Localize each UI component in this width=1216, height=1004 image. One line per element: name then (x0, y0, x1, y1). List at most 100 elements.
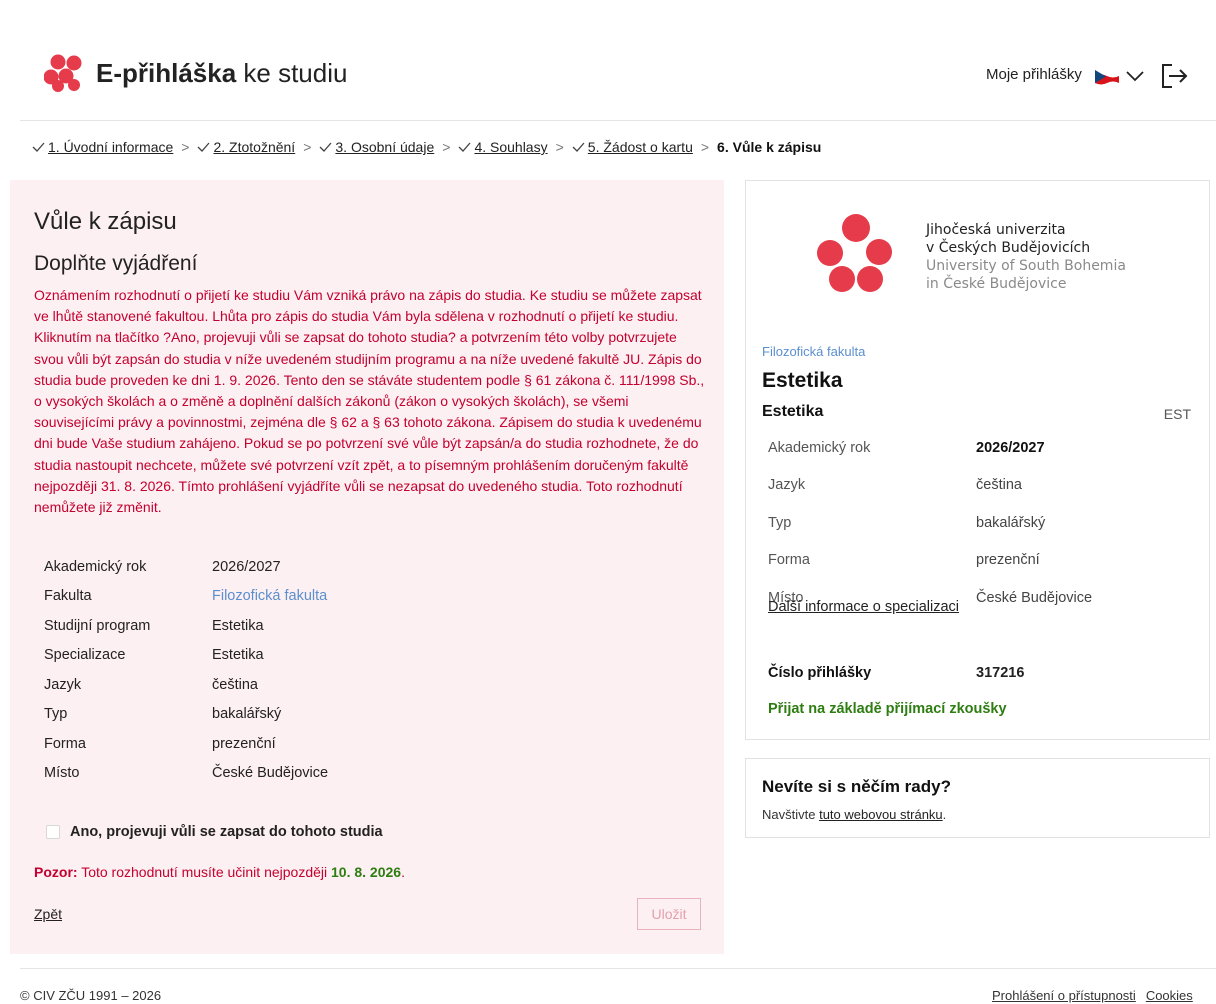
breadcrumb: 1. Úvodní informace > 2. Ztotožnění > 3.… (32, 139, 821, 155)
check-icon (319, 142, 332, 152)
my-applications-link[interactable]: Moje přihlášky (986, 66, 1082, 83)
header: E-přihláška ke studiu Moje přihlášky (0, 0, 1216, 120)
summary-label: Typ (768, 514, 792, 531)
breadcrumb-step[interactable]: 4. Souhlasy (458, 139, 548, 155)
summary-label: Akademický rok (768, 439, 871, 456)
summary-row: Jazyk čeština (768, 467, 1092, 505)
check-icon (32, 142, 45, 152)
breadcrumb-link[interactable]: 3. Osobní údaje (335, 139, 434, 155)
detail-label: Specializace (44, 647, 126, 664)
breadcrumb-separator: > (555, 139, 564, 155)
accessibility-statement-link[interactable]: Prohlášení o přístupnosti (992, 988, 1136, 1003)
detail-label: Akademický rok (44, 558, 147, 575)
university-name: Jihočeská univerzita v Českých Budějovic… (926, 221, 1126, 293)
detail-label: Typ (44, 706, 68, 723)
enrollment-consent-checkbox[interactable]: Ano, projevuji vůli se zapsat do tohoto … (46, 824, 383, 840)
app-logo-icon[interactable] (44, 54, 84, 92)
breadcrumb-step[interactable]: 2. Ztotožnění (197, 139, 295, 155)
study-program: Estetika (762, 369, 843, 392)
detail-label: Místo (44, 765, 80, 782)
help-text-after: . (942, 807, 947, 822)
detail-label: Forma (44, 735, 86, 752)
summary-details: Akademický rok 2026/2027 Jazyk čeština T… (768, 429, 1092, 617)
detail-row: Typ bakalářský (44, 700, 328, 730)
checkbox-label[interactable]: Ano, projevuji vůli se zapsat do tohoto … (70, 824, 383, 840)
czech-flag-icon[interactable] (1094, 66, 1120, 86)
admission-status: Přijat na základě přijímací zkoušky (768, 701, 1007, 717)
app-title[interactable]: E-přihláška ke studiu (96, 58, 347, 89)
summary-label: Forma (768, 552, 810, 569)
header-divider (20, 120, 1216, 121)
check-icon (572, 142, 585, 152)
warning-prefix: Pozor: (34, 864, 78, 880)
detail-row: Jazyk čeština (44, 670, 328, 700)
university-name-cz: v Českých Budějovicích (926, 240, 1091, 256)
summary-row: Typ bakalářský (768, 504, 1092, 542)
detail-value: bakalářský (212, 706, 282, 723)
application-number-label: Číslo přihlášky (768, 665, 872, 681)
summary-value: České Budějovice (976, 589, 1093, 606)
deadline-warning: Pozor: Toto rozhodnutí musíte učinit nej… (34, 864, 405, 880)
university-name-en: University of South Bohemia (926, 258, 1126, 274)
breadcrumb-current: 6. Vůle k zápisu (717, 139, 822, 155)
specialization: Estetika (762, 403, 824, 420)
application-number: 317216 (976, 665, 1025, 681)
page-title: Vůle k zápisu (34, 208, 177, 235)
detail-row: Forma prezenční (44, 729, 328, 759)
breadcrumb-step[interactable]: 1. Úvodní informace (32, 139, 173, 155)
detail-label: Studijní program (44, 617, 151, 634)
footer-links: Prohlášení o přístupnosti Cookies (992, 988, 1203, 1003)
save-button[interactable]: Uložit (637, 898, 701, 930)
detail-value: čeština (212, 676, 258, 693)
detail-row: Studijní program Estetika (44, 611, 328, 641)
back-link[interactable]: Zpět (34, 906, 62, 922)
checkbox-box[interactable] (46, 825, 60, 839)
app-title-bold: E-přihláška (96, 58, 237, 88)
summary-label: Jazyk (768, 477, 806, 494)
breadcrumb-link[interactable]: 5. Žádost o kartu (588, 139, 693, 155)
breadcrumb-separator: > (303, 139, 312, 155)
detail-value: prezenční (212, 735, 276, 752)
detail-value: Estetika (212, 617, 264, 634)
detail-label: Fakulta (44, 588, 92, 605)
deadline-date: 10. 8. 2026 (331, 864, 402, 880)
application-number-row: Číslo přihlášky 317216 (768, 665, 1024, 681)
breadcrumb-link[interactable]: 1. Úvodní informace (48, 139, 173, 155)
faculty-link[interactable]: Filozofická fakulta (762, 344, 865, 359)
breadcrumb-step[interactable]: 5. Žádost o kartu (572, 139, 693, 155)
help-card: Nevíte si s něčím rady? Navštivte tuto w… (745, 758, 1210, 838)
university-logo-icon (817, 214, 892, 292)
logout-icon[interactable] (1158, 60, 1190, 92)
warning-end: . (401, 864, 405, 880)
enrollment-notice: Oznámením rozhodnutí o přijetí ke studiu… (34, 287, 705, 516)
university-name-en: in České Budějovice (926, 276, 1067, 292)
detail-row: Akademický rok 2026/2027 (44, 552, 328, 582)
summary-value: 2026/2027 (976, 439, 1045, 456)
detail-value: České Budějovice (212, 765, 329, 782)
summary-value: bakalářský (976, 514, 1046, 531)
detail-value: Estetika (212, 647, 264, 664)
breadcrumb-link[interactable]: 2. Ztotožnění (213, 139, 295, 155)
summary-value: čeština (976, 477, 1022, 494)
check-icon (198, 142, 210, 152)
summary-value: prezenční (976, 552, 1040, 569)
help-link[interactable]: tuto webovou stránku (819, 807, 943, 822)
faculty-link[interactable]: Filozofická fakulta (212, 588, 327, 604)
chevron-down-icon[interactable] (1124, 66, 1146, 86)
copyright: © CIV ZČU 1991 – 2026 (20, 988, 162, 1003)
breadcrumb-separator: > (442, 139, 451, 155)
application-summary-card: Jihočeská univerzita v Českých Budějovic… (745, 180, 1210, 740)
section-title: Doplňte vyjádření (34, 252, 198, 275)
specialization-code: EST (1163, 406, 1191, 422)
breadcrumb-link[interactable]: 4. Souhlasy (474, 139, 547, 155)
warning-text: Toto rozhodnutí musíte učinit nejpozději (77, 864, 332, 880)
summary-row: Forma prezenční (768, 542, 1092, 580)
specialization-info-link[interactable]: Další informace o specializaci (768, 599, 959, 615)
breadcrumb-separator: > (181, 139, 190, 155)
breadcrumb-step[interactable]: 3. Osobní údaje (319, 139, 434, 155)
enrollment-details: Akademický rok 2026/2027 Fakulta Filozof… (44, 552, 328, 788)
cookies-link[interactable]: Cookies (1146, 988, 1193, 1003)
help-title: Nevíte si s něčím rady? (762, 777, 951, 796)
detail-row: Specializace Estetika (44, 641, 328, 671)
footer-divider (20, 968, 1216, 969)
